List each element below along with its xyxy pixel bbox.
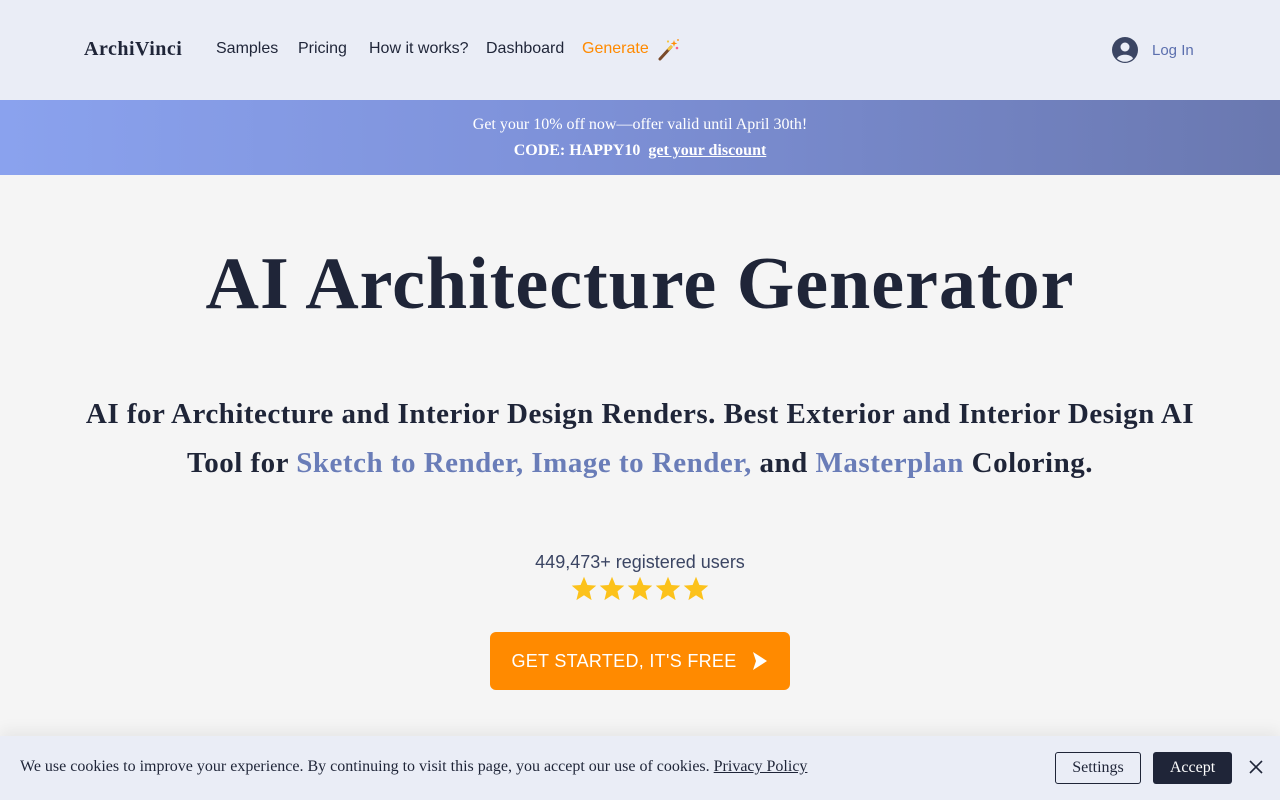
discount-link[interactable]: get your discount	[648, 142, 766, 159]
cookie-accept-button[interactable]: Accept	[1153, 752, 1232, 784]
hero-subtitle: AI for Architecture and Interior Design …	[60, 390, 1220, 488]
subtitle-highlight-render: Sketch to Render, Image to Render,	[296, 447, 752, 479]
subtitle-text-end: Coloring.	[963, 447, 1093, 479]
nav-how-it-works[interactable]: How it works?	[369, 40, 469, 58]
rating-stars	[0, 575, 1280, 603]
page-title: AI Architecture Generator	[205, 243, 1075, 325]
user-circle-icon	[1112, 37, 1138, 63]
logo[interactable]: ArchiVinci	[84, 38, 182, 61]
get-started-button[interactable]: GET STARTED, IT'S FREE	[490, 632, 790, 690]
close-icon[interactable]	[1248, 759, 1264, 775]
site-header: ArchiVinci Samples Pricing How it works?…	[0, 0, 1280, 100]
nav-generate[interactable]: Generate	[582, 40, 649, 58]
registered-users-count: 449,473+ registered users	[535, 552, 745, 572]
magic-wand-icon[interactable]	[656, 38, 680, 62]
login-button[interactable]: Log In	[1112, 36, 1194, 64]
nav-pricing[interactable]: Pricing	[298, 40, 347, 58]
star-icon	[627, 576, 653, 601]
subtitle-text-and: and	[751, 447, 816, 479]
promo-code-line: CODE: HAPPY10 get your discount	[0, 142, 1280, 160]
privacy-policy-link[interactable]: Privacy Policy	[714, 758, 808, 775]
nav-dashboard[interactable]: Dashboard	[486, 40, 564, 58]
cookie-settings-button[interactable]: Settings	[1055, 752, 1141, 784]
play-icon	[752, 652, 767, 670]
star-icon	[683, 576, 709, 601]
cta-label: GET STARTED, IT'S FREE	[511, 650, 737, 671]
nav-samples[interactable]: Samples	[216, 40, 278, 58]
login-label: Log In	[1152, 41, 1194, 59]
star-icon	[599, 576, 625, 601]
cookie-text: We use cookies to improve your experienc…	[20, 758, 807, 776]
subtitle-highlight-masterplan: Masterplan	[815, 447, 964, 479]
cookie-message: We use cookies to improve your experienc…	[20, 758, 714, 775]
promo-banner: Get your 10% off now—offer valid until A…	[0, 100, 1280, 175]
star-icon	[655, 576, 681, 601]
star-icon	[571, 576, 597, 601]
cookie-banner: We use cookies to improve your experienc…	[0, 736, 1280, 800]
promo-offer-text: Get your 10% off now—offer valid until A…	[472, 116, 808, 133]
promo-code: CODE: HAPPY10	[513, 142, 641, 159]
